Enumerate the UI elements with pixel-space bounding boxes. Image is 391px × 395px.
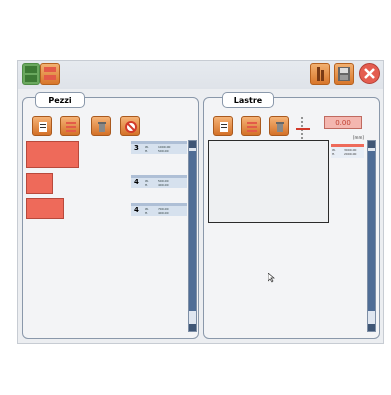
piece-preview-2[interactable] <box>26 173 53 194</box>
slab-color-bar <box>331 144 364 147</box>
pieces-panel-title: Pezzi <box>35 92 85 108</box>
top-toolbar <box>18 61 383 89</box>
unit-label: [mm] <box>353 135 364 140</box>
piece-h-value: 500.00 <box>158 149 169 153</box>
close-icon[interactable] <box>359 63 380 84</box>
scroll-thumb[interactable] <box>189 151 196 311</box>
layout-icon[interactable] <box>22 63 40 85</box>
slabs-panel: Lastre 0.00 [mm] W. H. 3000.00 2000.00 <box>203 92 380 339</box>
calculator-icon[interactable] <box>32 116 52 136</box>
piece-h-label: H. <box>145 149 149 153</box>
piece-qty: 4 <box>134 178 139 186</box>
slab-h-label: H. <box>332 152 336 156</box>
save-icon[interactable] <box>334 63 354 85</box>
scroll-up-icon[interactable] <box>189 141 196 148</box>
slab-preview[interactable] <box>208 140 329 223</box>
mouse-cursor-icon <box>267 268 276 287</box>
piece-h-value: 400.00 <box>158 183 169 187</box>
delete-icon[interactable] <box>91 116 111 136</box>
value-display[interactable]: 0.00 <box>324 116 362 129</box>
pieces-mode-icon[interactable] <box>40 63 60 85</box>
scroll-down-icon[interactable] <box>189 324 196 331</box>
list-item[interactable]: 4 W. H. 700.00 400.00 <box>131 203 187 216</box>
app-window: Pezzi 3 W. H. 1000.00 500.00 4 W. H. 500… <box>17 60 384 344</box>
piece-preview-3[interactable] <box>26 198 64 219</box>
scroll-up-icon[interactable] <box>368 141 375 148</box>
pieces-scrollbar[interactable] <box>188 140 197 332</box>
slabs-panel-title: Lastre <box>222 92 274 108</box>
delete-icon[interactable] <box>269 116 289 136</box>
piece-h-label: H. <box>145 183 149 187</box>
piece-qty: 3 <box>134 144 139 152</box>
list-item[interactable]: 4 W. H. 500.00 400.00 <box>131 175 187 188</box>
list-icon[interactable] <box>60 116 80 136</box>
forbidden-icon[interactable] <box>120 116 140 136</box>
slab-list-item[interactable]: W. H. 3000.00 2000.00 <box>331 144 364 158</box>
piece-h-value: 400.00 <box>158 211 169 215</box>
slab-h-value: 2000.00 <box>344 152 357 156</box>
list-icon[interactable] <box>241 116 261 136</box>
dimension-marker-icon <box>296 117 310 139</box>
calculator-icon[interactable] <box>213 116 233 136</box>
list-item[interactable]: 3 W. H. 1000.00 500.00 <box>131 141 187 154</box>
cut-icon[interactable] <box>310 63 330 85</box>
slabs-scrollbar[interactable] <box>367 140 376 332</box>
scroll-down-icon[interactable] <box>368 324 375 331</box>
scroll-thumb[interactable] <box>368 151 375 311</box>
piece-h-label: H. <box>145 211 149 215</box>
piece-preview-1[interactable] <box>26 141 79 168</box>
piece-qty: 4 <box>134 206 139 214</box>
pieces-panel: Pezzi 3 W. H. 1000.00 500.00 4 W. H. 500… <box>22 92 199 339</box>
